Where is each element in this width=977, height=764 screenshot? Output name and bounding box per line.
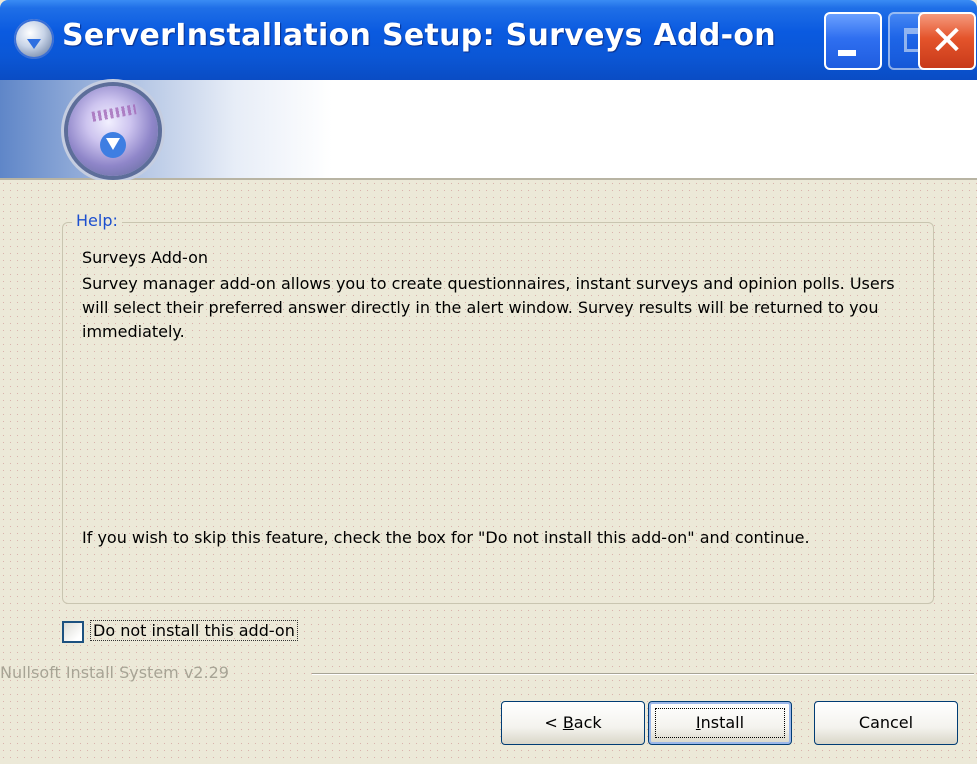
window-title: ServerInstallation Setup: Surveys Add-on [62,18,776,53]
minimize-button[interactable] [824,12,882,70]
title-bar[interactable]: ServerInstallation Setup: Surveys Add-on… [0,0,977,80]
logo-dots [91,104,137,122]
help-skip-note: If you wish to skip this feature, check … [82,528,810,547]
install-button[interactable]: Install [648,701,792,745]
cancel-button[interactable]: Cancel [814,701,958,745]
branding-divider [312,673,974,675]
back-rest: ack [573,713,602,732]
installer-download-logo [68,86,158,176]
back-button[interactable]: < Back [501,701,645,745]
do-not-install-checkbox[interactable] [62,621,84,643]
installer-globe-icon [14,19,54,59]
installer-window: ServerInstallation Setup: Surveys Add-on… [0,0,977,764]
download-arrow-icon [100,132,126,158]
back-prefix: < [544,713,563,732]
back-mnemonic: B [562,713,574,732]
help-title: Surveys Add-on [82,248,209,267]
help-legend: Help: [72,211,122,230]
help-description: Survey manager add-on allows you to crea… [82,274,895,341]
install-focus-ring [655,708,785,738]
do-not-install-label[interactable]: Do not install this add-on [90,620,298,641]
close-icon: ✕ [930,18,964,64]
close-button[interactable]: ✕ [918,12,976,70]
nsis-branding: Nullsoft Install System v2.29 [0,663,229,682]
